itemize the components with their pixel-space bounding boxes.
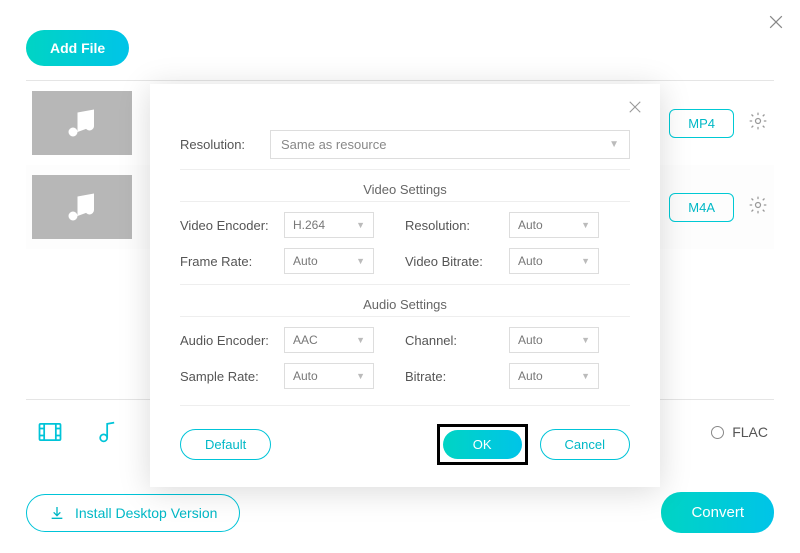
chevron-down-icon: ▼ <box>581 256 590 266</box>
chevron-down-icon: ▼ <box>581 371 590 381</box>
audio-encoder-value: AAC <box>293 333 318 347</box>
frame-rate-select[interactable]: Auto ▼ <box>284 248 374 274</box>
chevron-down-icon: ▼ <box>609 139 619 150</box>
cancel-button[interactable]: Cancel <box>540 429 630 460</box>
v-resolution-value: Auto <box>518 218 543 232</box>
video-encoder-select[interactable]: H.264 ▼ <box>284 212 374 238</box>
ok-highlight-box: OK <box>437 424 528 465</box>
video-tab-icon[interactable] <box>32 414 68 450</box>
chevron-down-icon: ▼ <box>356 335 365 345</box>
chevron-down-icon: ▼ <box>581 335 590 345</box>
music-thumbnail-icon <box>32 91 132 155</box>
audio-encoder-select[interactable]: AAC ▼ <box>284 327 374 353</box>
audio-bitrate-label: Bitrate: <box>405 369 509 384</box>
resolution-label: Resolution: <box>180 137 270 152</box>
chevron-down-icon: ▼ <box>356 220 365 230</box>
add-file-button[interactable]: Add File <box>26 30 129 66</box>
audio-encoder-label: Audio Encoder: <box>180 333 284 348</box>
sample-rate-label: Sample Rate: <box>180 369 284 384</box>
install-desktop-button[interactable]: Install Desktop Version <box>26 494 240 532</box>
channel-select[interactable]: Auto ▼ <box>509 327 599 353</box>
sample-rate-value: Auto <box>293 369 318 383</box>
v-resolution-select[interactable]: Auto ▼ <box>509 212 599 238</box>
format-tag[interactable]: M4A <box>669 193 734 222</box>
video-bitrate-label: Video Bitrate: <box>405 254 509 269</box>
frame-rate-label: Frame Rate: <box>180 254 284 269</box>
chevron-down-icon: ▼ <box>581 220 590 230</box>
video-encoder-label: Video Encoder: <box>180 218 284 233</box>
ok-button[interactable]: OK <box>443 430 522 459</box>
channel-label: Channel: <box>405 333 509 348</box>
video-bitrate-value: Auto <box>518 254 543 268</box>
chevron-down-icon: ▼ <box>356 256 365 266</box>
video-encoder-value: H.264 <box>293 218 325 232</box>
install-label: Install Desktop Version <box>75 505 217 521</box>
default-button[interactable]: Default <box>180 429 271 460</box>
audio-bitrate-value: Auto <box>518 369 543 383</box>
gear-icon[interactable] <box>748 111 768 136</box>
v-resolution-label: Resolution: <box>405 218 509 233</box>
settings-modal: Resolution: Same as resource ▼ Video Set… <box>150 84 660 487</box>
sample-rate-select[interactable]: Auto ▼ <box>284 363 374 389</box>
flac-option[interactable]: FLAC <box>711 424 768 440</box>
gear-icon[interactable] <box>748 195 768 220</box>
format-tag[interactable]: MP4 <box>669 109 734 138</box>
channel-value: Auto <box>518 333 543 347</box>
close-icon[interactable] <box>626 98 644 121</box>
resolution-select[interactable]: Same as resource ▼ <box>270 130 630 159</box>
radio-icon <box>711 426 724 439</box>
convert-button[interactable]: Convert <box>661 492 774 533</box>
video-bitrate-select[interactable]: Auto ▼ <box>509 248 599 274</box>
flac-label: FLAC <box>732 424 768 440</box>
frame-rate-value: Auto <box>293 254 318 268</box>
music-thumbnail-icon <box>32 175 132 239</box>
audio-settings-title: Audio Settings <box>180 284 630 312</box>
chevron-down-icon: ▼ <box>356 371 365 381</box>
audio-bitrate-select[interactable]: Auto ▼ <box>509 363 599 389</box>
audio-tab-icon[interactable] <box>88 414 124 450</box>
app-close-icon[interactable] <box>766 12 786 37</box>
video-settings-title: Video Settings <box>180 169 630 197</box>
resolution-value: Same as resource <box>281 137 387 152</box>
